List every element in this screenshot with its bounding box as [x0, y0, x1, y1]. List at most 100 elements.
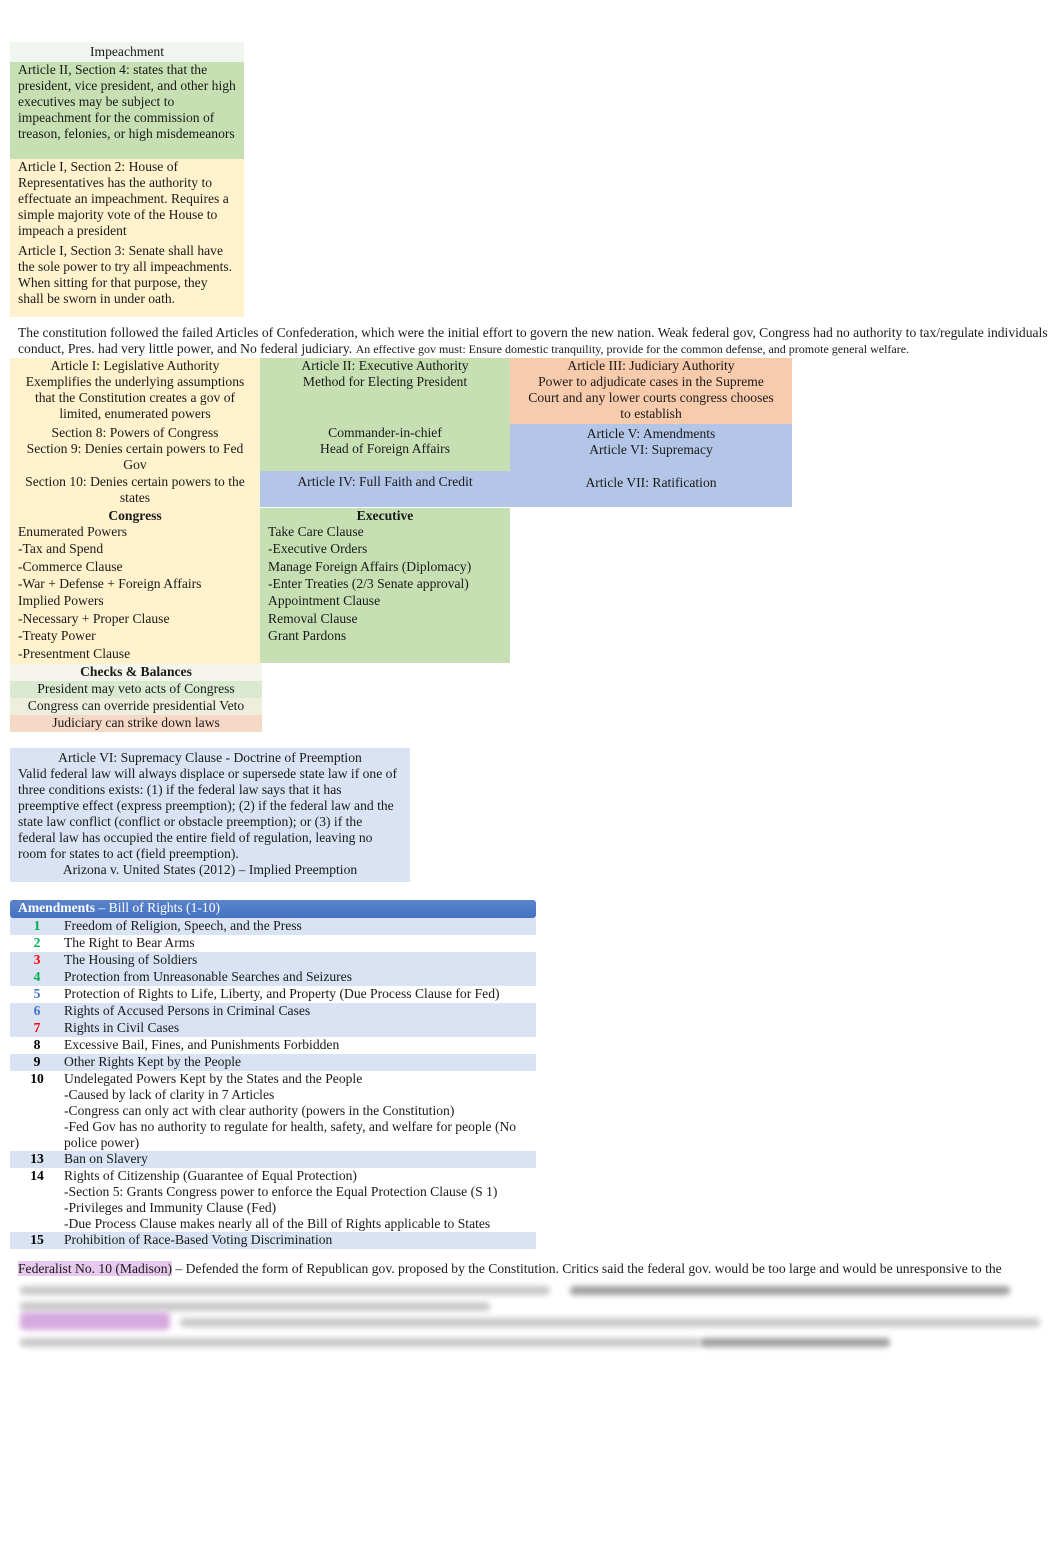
article2-desc: Method for Electing President [302, 374, 468, 389]
amendment-text-block: The Housing of Soldiers [64, 952, 536, 969]
congress-title: Congress [108, 508, 162, 523]
amendment-row: 1 Freedom of Religion, Speech, and the Pr… [10, 918, 536, 935]
amendment-number: 9 [33, 1054, 41, 1069]
amendment-number: 7 [33, 1020, 41, 1035]
amendment-row: 7 Rights in Civil Cases [10, 1020, 536, 1037]
amendment-row: 8 Excessive Bail, Fines, and Punishments … [10, 1037, 536, 1054]
article5-7-cell: Article V: Amendments Article VI: Suprem… [510, 424, 792, 507]
article2-title: Article II: Executive Authority [301, 358, 469, 373]
congress-item: -War + Defense + Foreign Affairs [18, 576, 202, 591]
amendment-text-block: Ban on Slavery [64, 1151, 536, 1168]
federalist-text: – Defended the form of Republican gov. p… [172, 1261, 1002, 1276]
article1-title: Article I: Legislative Authority [50, 358, 220, 373]
article2-role-commander: Commander-in-chief [328, 425, 442, 440]
congress-item: -Treaty Power [18, 628, 96, 643]
article1-sec8: Section 8: Powers of Congress [51, 425, 219, 440]
amendment-number: 14 [30, 1168, 44, 1183]
amendment-text-block: Freedom of Religion, Speech, and the Pre… [64, 918, 536, 935]
obscured-text-line [700, 1338, 890, 1347]
congress-item: Enumerated Powers [18, 524, 128, 539]
supremacy-case: Arizona v. United States (2012) – Implie… [62, 862, 358, 877]
executive-list: Take Care Clause -Executive Orders Manag… [260, 524, 510, 645]
amendment-text-block: Protection from Unreasonable Searches an… [64, 969, 536, 986]
article1-sec9: Section 9: Denies certain powers to Fed … [26, 441, 244, 472]
check-item-veto: President may veto acts of Congress [10, 681, 262, 698]
article3-desc: Power to adjudicate cases in the Supreme… [528, 374, 774, 421]
article2-cell: Article II: Executive Authority Method f… [260, 358, 510, 471]
congress-list: Enumerated Powers -Tax and Spend -Commer… [10, 524, 260, 663]
executive-item: Appointment Clause [268, 593, 381, 608]
amendment-row: 5 Protection of Rights to Life, Liberty, … [10, 986, 536, 1003]
article7-title: Article VII: Ratification [585, 475, 717, 490]
article5-title: Article V: Amendments [586, 426, 716, 441]
check-item-judicial-review: Judiciary can strike down laws [10, 715, 262, 732]
amendment-number: 4 [33, 969, 41, 984]
amendment-title: Ban on Slavery [64, 1151, 148, 1166]
impeachment-article1-sec2: Article I, Section 2: House of Represent… [10, 159, 244, 241]
amendment-subpoint: -Fed Gov has no authority to regulate fo… [64, 1119, 517, 1150]
article1-desc: Exemplifies the underlying assumptions t… [25, 374, 245, 421]
article1-sec10: Section 10: Denies certain powers to the… [25, 474, 245, 505]
amendment-title: Rights in Civil Cases [64, 1020, 180, 1035]
impeachment-title: Impeachment [10, 42, 244, 62]
article2-role-foreign: Head of Foreign Affairs [320, 441, 450, 456]
amendment-text-block: Rights of Citizenship (Guarantee of Equa… [64, 1168, 536, 1232]
amendment-subpoint: -Due Process Clause makes nearly all of … [64, 1216, 491, 1231]
amendment-number: 10 [30, 1071, 44, 1086]
amendment-row: 6 Rights of Accused Persons in Criminal C… [10, 1003, 536, 1020]
amendment-subpoint: -Section 5: Grants Congress power to enf… [64, 1184, 498, 1199]
amendment-number: 8 [33, 1037, 41, 1052]
amendment-text-block: Rights of Accused Persons in Criminal Ca… [64, 1003, 536, 1020]
executive-item: Grant Pardons [268, 628, 347, 643]
article3-title: Article III: Judiciary Authority [567, 358, 735, 373]
executive-item: -Executive Orders [268, 541, 368, 556]
amendment-number: 5 [33, 986, 41, 1001]
amendment-number: 13 [30, 1151, 44, 1166]
congress-item: -Commerce Clause [18, 559, 123, 574]
impeachment-article1-sec3: Article I, Section 3: Senate shall have … [10, 241, 244, 317]
amendment-number: 6 [33, 1003, 41, 1018]
executive-item: Removal Clause [268, 611, 358, 626]
impeachment-article2-sec4: Article II, Section 4: states that the p… [10, 62, 244, 159]
executive-item: Manage Foreign Affairs (Diplomacy) [268, 559, 472, 574]
amendment-number: 2 [33, 935, 41, 950]
congress-item: -Tax and Spend [18, 541, 104, 556]
amendment-number: 3 [33, 952, 41, 967]
obscured-text-line [20, 1286, 550, 1295]
impeachment-section: Impeachment Article II, Section 4: state… [10, 42, 244, 317]
amendment-title: Prohibition of Race-Based Voting Discrim… [64, 1232, 333, 1247]
obscured-text-line [570, 1286, 1010, 1295]
congress-item: Implied Powers [18, 593, 104, 608]
amendment-text-block: Undelegated Powers Kept by the States an… [64, 1071, 536, 1151]
amendment-text-block: Excessive Bail, Fines, and Punishments F… [64, 1037, 536, 1054]
amendments-header-bold: Amendments [18, 900, 96, 915]
amendment-row: 15 Prohibition of Race-Based Voting Discr… [10, 1232, 536, 1249]
amendment-row: 9 Other Rights Kept by the People [10, 1054, 536, 1071]
federalist-paragraph: Federalist No. 10 (Madison) – Defended t… [18, 1261, 1048, 1277]
executive-item: Take Care Clause [268, 524, 364, 539]
amendment-title: Undelegated Powers Kept by the States an… [64, 1071, 363, 1086]
supremacy-title: Article VI: Supremacy Clause - Doctrine … [58, 750, 362, 765]
amendment-row: 14 Rights of Citizenship (Guarantee of Eq… [10, 1168, 536, 1232]
amendments-header-rest: – Bill of Rights (1-10) [95, 900, 221, 915]
article1-cell: Article I: Legislative Authority Exempli… [10, 358, 260, 508]
effective-gov-text: An effective gov must: Ensure domestic t… [355, 342, 910, 356]
checks-title: Checks & Balances [10, 664, 262, 681]
obscured-text-line [180, 1318, 1040, 1327]
obscured-text-line [20, 1302, 490, 1311]
amendment-title: The Housing of Soldiers [64, 952, 198, 967]
amendment-text-block: Protection of Rights to Life, Liberty, a… [64, 986, 536, 1003]
amendment-row: 2 The Right to Bear Arms [10, 935, 536, 952]
amendments-table: Amendments – Bill of Rights (1-10) 1 Free… [10, 900, 536, 1249]
amendment-title: Rights of Citizenship (Guarantee of Equa… [64, 1168, 357, 1183]
executive-item: -Enter Treaties (2/3 Senate approval) [268, 576, 469, 591]
congress-item: -Necessary + Proper Clause [18, 611, 170, 626]
article6-title: Article VI: Supremacy [589, 442, 713, 457]
article3-cell: Article III: Judiciary Authority Power t… [510, 358, 792, 424]
amendment-subpoint: -Caused by lack of clarity in 7 Articles [64, 1087, 275, 1102]
checks-balances-section: Checks & Balances President may veto act… [10, 664, 262, 732]
amendment-row: 3 The Housing of Soldiers [10, 952, 536, 969]
amendment-row: 13 Ban on Slavery [10, 1151, 536, 1168]
amendment-text-block: Other Rights Kept by the People [64, 1054, 536, 1071]
amendment-title: Freedom of Religion, Speech, and the Pre… [64, 918, 302, 933]
